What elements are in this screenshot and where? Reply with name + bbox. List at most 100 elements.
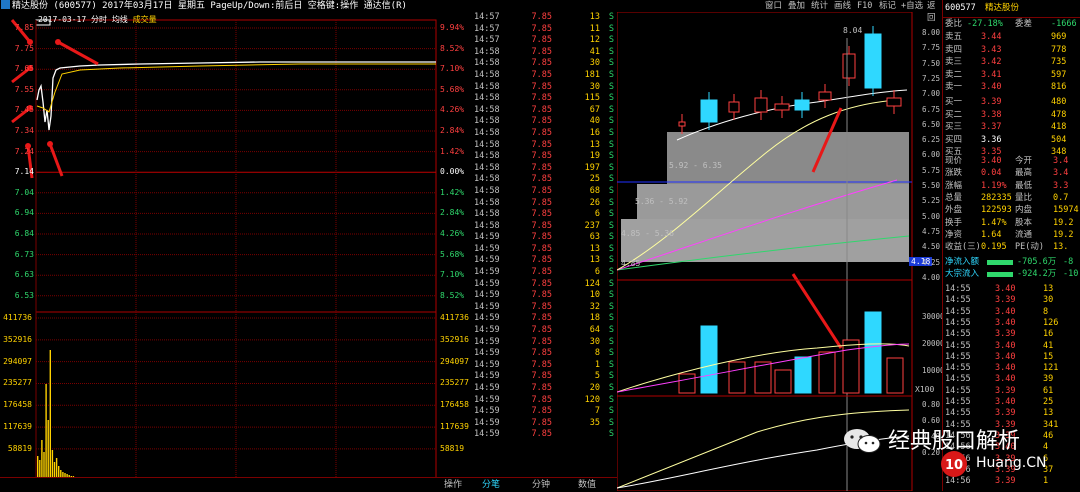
tick-price: 7.85 (531, 116, 552, 127)
volume-axis-label: 294097 (3, 356, 32, 366)
tick-side: S (608, 93, 614, 104)
tick-volume: 18 (589, 313, 600, 324)
price-axis-label: 7.04 (14, 187, 34, 197)
tick-row: 14:58 7.85 181 S (471, 70, 616, 82)
intraday-minute-chart[interactable]: 2017-03-17 分时 均线 成交量 7.85 9.94% 7.75 8.52% 7… (0, 12, 469, 485)
ask-price: 3.44 (981, 32, 1002, 42)
tick-volume: 11 (589, 23, 600, 34)
diff-label: 委差 (1015, 19, 1033, 29)
tick-time: 14:59 (474, 325, 500, 336)
volume-unit-label: X100 (915, 385, 935, 394)
flow-label: 大宗流入 (945, 269, 980, 280)
stat-value: 1.47% (981, 217, 1007, 228)
tick-row: 14:58 7.85 6 S (471, 209, 616, 221)
tick-row: 14:58 7.85 26 S (471, 198, 616, 210)
tick-volume: 8 (594, 348, 600, 359)
tick-price: 7.85 (531, 46, 552, 57)
tick-volume: 13 (589, 139, 600, 150)
volume-bar (47, 420, 49, 480)
stat-value-2: 15974 (1053, 205, 1079, 216)
tick-side: S (608, 267, 614, 278)
toolbar-stats-button[interactable]: 统计 (811, 0, 828, 12)
tick-time: 14:58 (474, 93, 500, 104)
tick-row: 14:58 7.85 25 S (471, 174, 616, 186)
toolbar-mark-button[interactable]: 标记 (879, 0, 896, 12)
tick-price: 7.85 (531, 267, 552, 278)
volume-axis-label: 235277 (3, 378, 32, 388)
tick-price: 7.85 (531, 139, 552, 150)
diff-value: -1666 (1051, 19, 1077, 29)
tick-list[interactable]: 14:57 7.85 13 S 14:57 7.85 11 S 14:57 7.85 12 S 14:5… (471, 12, 616, 477)
candle-body (794, 99, 810, 111)
tick-row: 14:58 7.85 30 S (471, 58, 616, 70)
caption-date: 2017-03-17 分时 (38, 15, 107, 24)
stat-label: 外盘 (945, 205, 963, 216)
tab-values[interactable]: 数值 (572, 479, 602, 491)
toolbar-draw-button[interactable]: 画线 (834, 0, 851, 12)
tick-side: S (608, 278, 614, 289)
volume-bar (818, 351, 836, 394)
stat-row: 涨跌 0.04 最高 3.4 (943, 167, 1080, 180)
bid-label: 买四 (945, 134, 963, 145)
tick-row: 14:59 7.85 10 S (471, 290, 616, 302)
tab-minutes[interactable]: 分钟 (526, 479, 556, 491)
percent-axis-label: 9.94% (440, 23, 465, 32)
tick-price: 7.85 (531, 209, 552, 220)
flow-row: 净流入额 -705.6万 -8 (943, 256, 1080, 269)
tick-price: 7.85 (531, 313, 552, 324)
tick-row: 14:59 7.85 6 S (471, 267, 616, 279)
volume-bar (49, 350, 51, 480)
bid-ask-ratio-row: 委比 -27.18% 委差 -1666 (943, 17, 1080, 31)
annotation-arrowhead (47, 141, 53, 147)
tick-row: 14:58 7.85 68 S (471, 186, 616, 198)
kline-price-axis-label: 7.00 (922, 89, 941, 99)
tick-time: 14:59 (474, 348, 500, 359)
kline-price-axis-label: 6.50 (922, 119, 941, 129)
tick-volume: 63 (589, 232, 600, 243)
tick-volume: 32 (589, 301, 600, 312)
tick-time: 14:58 (474, 69, 500, 80)
tick-row: 14:59 7.85 30 S (471, 337, 616, 349)
bid-volume: 480 (1051, 97, 1067, 107)
ask-label: 卖三 (945, 57, 963, 68)
bid-volume: 504 (1051, 134, 1067, 145)
toolbar-f10-button[interactable]: F10 (857, 0, 872, 12)
tick-time: 14:59 (474, 243, 500, 254)
stat-value-2: 13. (1053, 242, 1069, 253)
kline-toolbar: 窗口 叠加 统计 画线 F10 标记 +自选 返回 (617, 0, 942, 23)
price-axis-label: 7.65 (14, 64, 34, 74)
ask-label: 卖一 (945, 82, 963, 93)
tick-side: S (608, 313, 614, 324)
flow-label: 净流入额 (945, 257, 980, 267)
tick-row: 14:59 7.85 124 S (471, 279, 616, 291)
volume-bar (43, 452, 45, 480)
tick-side: S (608, 394, 614, 405)
stock-code: 600577 (945, 3, 976, 13)
tick-volume (552, 429, 600, 441)
ask-level-row: 卖二 3.41 597 (943, 69, 1080, 82)
tick-row: 14:59 7.85 13 S (471, 255, 616, 267)
toolbar-overlay-button[interactable]: 叠加 (788, 0, 805, 12)
candle-body (728, 101, 740, 113)
volume-bar (886, 357, 904, 394)
tick-time: 14:58 (474, 46, 500, 57)
annotation-arrow (791, 273, 843, 349)
candle-body (864, 33, 882, 89)
tick-row: 14:58 7.85 41 S (471, 47, 616, 59)
tick-volume: 181 (584, 69, 600, 80)
ask-volume: 597 (1051, 69, 1067, 80)
toolbar-favorite-button[interactable]: +自选 (901, 0, 923, 12)
tick-row: 14:58 7.85 30 S (471, 82, 616, 94)
tab-ticks[interactable]: 分笔 (476, 479, 506, 491)
toolbar-window-button[interactable]: 窗口 (765, 0, 782, 12)
ask-label: 卖五 (945, 32, 963, 42)
volume-bar (842, 339, 860, 394)
tick-side: S (608, 371, 614, 382)
tab-operate[interactable]: 操作 (438, 479, 468, 491)
candle-body (886, 97, 902, 107)
percent-axis-label: 7.10% (440, 64, 465, 74)
tick-time: 14:58 (474, 116, 500, 127)
bid-level-row: 买二 3.38 478 (943, 109, 1080, 122)
volume-bar (51, 450, 54, 480)
tick-time: 14:58 (474, 81, 500, 92)
